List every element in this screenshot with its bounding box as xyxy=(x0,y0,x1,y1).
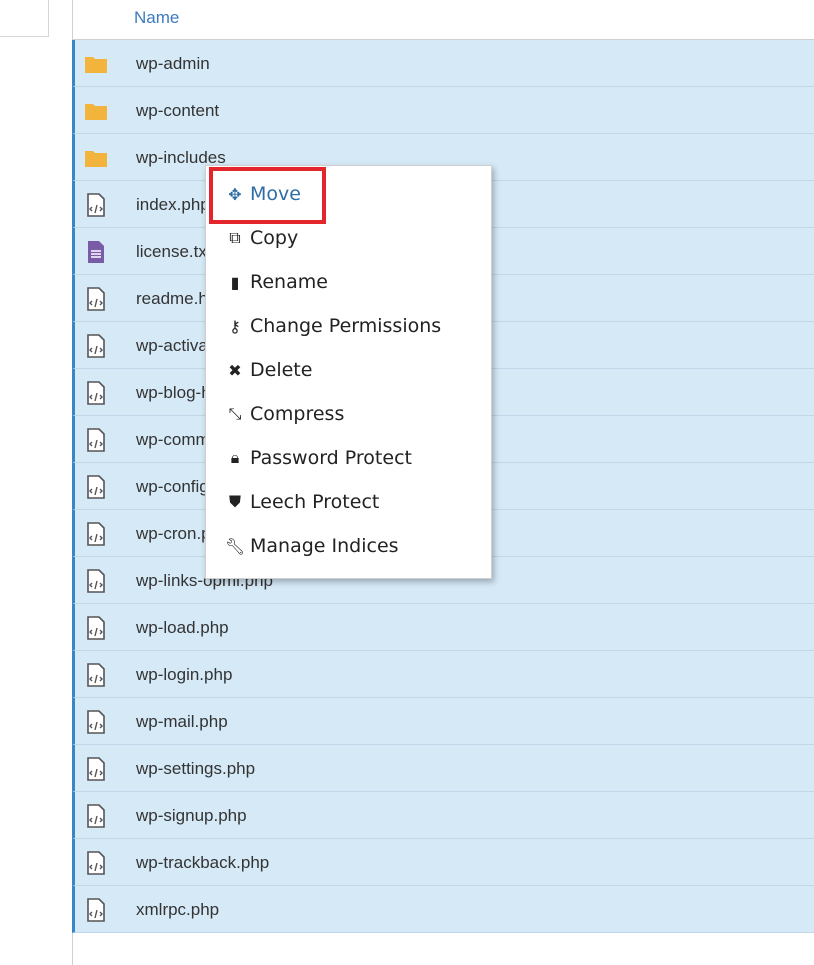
copy-icon: ⧉ xyxy=(229,228,241,247)
code-file-icon xyxy=(87,287,105,311)
compress-icon: ⤡ xyxy=(228,404,242,423)
table-header: Name xyxy=(73,0,814,40)
file-name: wp-admin xyxy=(136,54,210,73)
close-icon: ✖ xyxy=(228,360,242,380)
table-row[interactable]: wp-settings.php xyxy=(72,745,814,792)
table-row[interactable]: wp-login.php xyxy=(72,651,814,698)
table-row[interactable]: wp-trackback.php xyxy=(72,839,814,886)
menu-item-rename[interactable]: ▮ Rename xyxy=(224,266,328,298)
shield-icon: ⛊ xyxy=(228,492,241,511)
code-file-icon xyxy=(87,381,105,405)
code-file-icon xyxy=(87,334,105,358)
table-row[interactable]: wp-content xyxy=(72,87,814,134)
menu-item-password-protect[interactable]: 🔒︎ Password Protect xyxy=(224,442,412,474)
file-name: wp-trackback.php xyxy=(136,853,270,872)
file-name: wp-login.php xyxy=(136,665,233,684)
table-row[interactable]: wp-signup.php xyxy=(72,792,814,839)
menu-item-label: Compress xyxy=(250,403,345,425)
menu-item-label: Copy xyxy=(250,227,299,249)
file-name: wp-signup.php xyxy=(136,806,247,825)
menu-item-compress[interactable]: ⤡ Compress xyxy=(224,398,345,430)
code-file-icon xyxy=(87,522,105,546)
table-row[interactable]: wp-load.php xyxy=(72,604,814,651)
code-file-icon xyxy=(87,851,105,875)
file-name: wp-settings.php xyxy=(136,759,256,778)
menu-item-label: Delete xyxy=(250,359,313,381)
file-name: xmlrpc.php xyxy=(136,900,220,919)
menu-item-delete[interactable]: ✖ Delete xyxy=(224,354,312,386)
code-file-icon xyxy=(87,804,105,828)
code-file-icon xyxy=(87,898,105,922)
wrench-icon: 🔧︎ xyxy=(224,536,246,556)
menu-item-label: Password Protect xyxy=(250,447,412,469)
menu-item-change-permissions[interactable]: ⚷ Change Permissions xyxy=(224,310,441,342)
text-file-icon xyxy=(88,241,104,263)
folder-icon xyxy=(85,104,107,120)
folder-icon xyxy=(85,57,107,73)
table-row[interactable]: wp-admin xyxy=(72,40,814,87)
folder-icon xyxy=(85,151,107,167)
table-row[interactable]: xmlrpc.php xyxy=(72,886,814,933)
file-name: wp-content xyxy=(136,101,220,120)
code-file-icon xyxy=(87,757,105,781)
code-file-icon xyxy=(87,569,105,593)
menu-item-label: Leech Protect xyxy=(250,491,380,513)
side-tab[interactable] xyxy=(0,0,49,37)
file-icon: ▮ xyxy=(230,272,240,292)
file-name: license.txt xyxy=(136,242,212,261)
move-highlight-box xyxy=(209,167,326,224)
code-file-icon xyxy=(87,193,105,217)
menu-item-label: Change Permissions xyxy=(250,315,442,337)
column-header-name[interactable]: Name xyxy=(134,9,179,26)
menu-item-leech-protect[interactable]: ⛊ Leech Protect xyxy=(224,486,379,518)
file-name: wp-mail.php xyxy=(136,712,228,731)
menu-item-manage-indices[interactable]: 🔧︎ Manage Indices xyxy=(224,530,399,562)
menu-item-copy[interactable]: ⧉ Copy xyxy=(224,222,298,254)
menu-item-label: Rename xyxy=(250,271,328,293)
key-icon: ⚷ xyxy=(229,316,241,336)
menu-item-label: Manage Indices xyxy=(250,535,399,557)
table-row[interactable]: wp-mail.php xyxy=(72,698,814,745)
file-name: index.php xyxy=(136,195,210,214)
code-file-icon xyxy=(87,710,105,734)
code-file-icon xyxy=(87,428,105,452)
file-name: wp-load.php xyxy=(136,618,229,637)
context-menu: ✥ Move ⧉ Copy ▮ Rename ⚷ Change Permissi… xyxy=(205,165,492,579)
code-file-icon xyxy=(87,616,105,640)
code-file-icon xyxy=(87,475,105,499)
code-file-icon xyxy=(87,663,105,687)
lock-icon: 🔒︎ xyxy=(230,448,240,467)
